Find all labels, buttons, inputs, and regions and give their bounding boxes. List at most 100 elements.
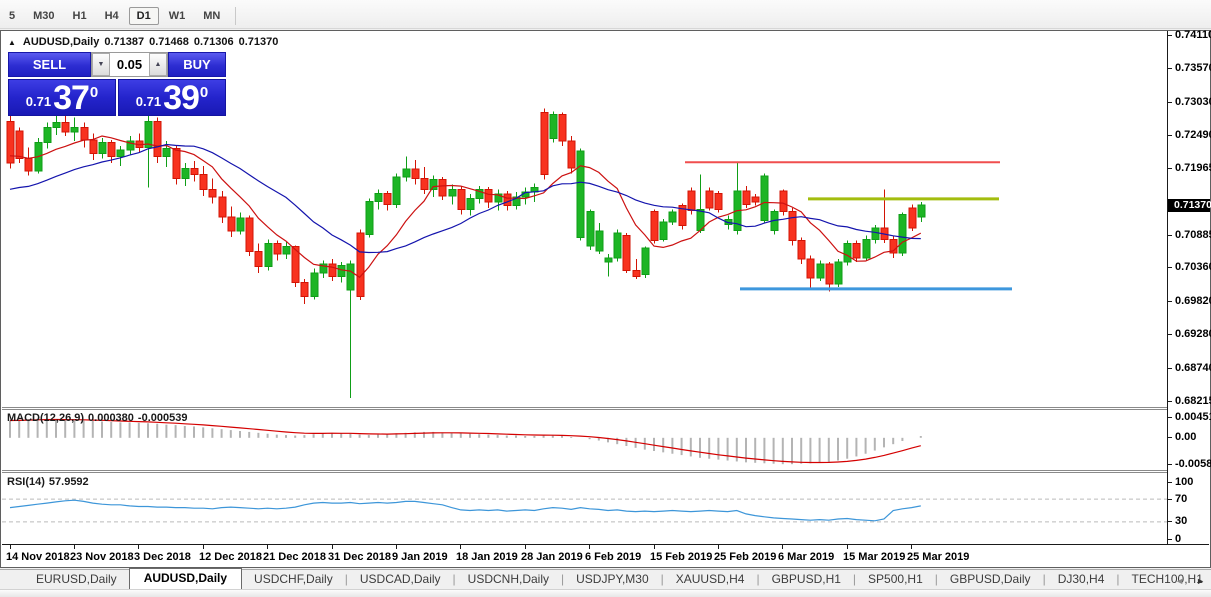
sell-button[interactable]: SELL — [8, 52, 91, 77]
tab-usdcad-daily[interactable]: USDCAD,Daily — [348, 570, 453, 589]
date-axis-label: 15 Feb 2019 — [650, 551, 713, 563]
trading-terminal: 5 M30 H1 H4 D1 W1 MN 0.74110 0.73570 0.73030 0.72… — [0, 0, 1211, 597]
volume-decrease-button[interactable]: ▼ — [92, 53, 110, 76]
rsi-chart — [2, 473, 1167, 544]
date-axis-label: 6 Feb 2019 — [585, 551, 642, 563]
tab-scroll-right-icon[interactable]: ► — [1196, 576, 1205, 586]
rsi-axis-label: 30 — [1175, 515, 1188, 527]
date-axis-label: 18 Jan 2019 — [456, 551, 518, 563]
ohlc-open: 0.71387 — [104, 36, 145, 48]
price-axis-label: 0.72490 — [1175, 129, 1211, 141]
axis-tick — [1168, 301, 1172, 302]
tab-xauusd-h4[interactable]: XAUUSD,H4 — [664, 570, 757, 589]
date-axis-label: 25 Mar 2019 — [907, 551, 970, 563]
date-tick — [654, 545, 655, 549]
axis-tick — [1168, 135, 1172, 136]
ohlc-high: 0.71468 — [149, 36, 189, 48]
price-axis-label: 0.71965 — [1175, 162, 1211, 174]
axis-tick — [1168, 499, 1172, 500]
date-tick — [847, 545, 848, 549]
axis-tick — [1168, 482, 1172, 483]
date-tick — [911, 545, 912, 549]
symbol-tab-bar: ◄ ► EURUSD,Daily AUDUSD,Daily USDCHF,Daily… — [0, 568, 1211, 589]
timeframe-button-m30[interactable]: M30 — [25, 7, 62, 25]
timeframe-button-h1[interactable]: H1 — [65, 7, 95, 25]
timeframe-button-d1[interactable]: D1 — [128, 7, 159, 25]
chart-window: 0.74110 0.73570 0.73030 0.72490 0.71965 0.708… — [0, 29, 1211, 568]
date-axis-label: 15 Mar 2019 — [843, 551, 906, 563]
volume-input[interactable]: 0.05 — [110, 53, 149, 76]
price-axis: 0.74110 0.73570 0.73030 0.72490 0.71965 0.708… — [1167, 29, 1211, 545]
price-axis-label: 0.73570 — [1175, 62, 1211, 74]
one-click-trading-panel: SELL ▼ 0.05 ▲ BUY 0.71 37 0 0.71 39 0 — [8, 52, 226, 116]
axis-tick — [1168, 539, 1172, 540]
status-bar — [0, 589, 1211, 597]
sell-price-pip: 0 — [89, 84, 99, 101]
tab-usdcnh-daily[interactable]: USDCNH,Daily — [456, 570, 561, 589]
price-axis-label: 0.68740 — [1175, 362, 1211, 374]
date-axis-label: 9 Jan 2019 — [392, 551, 448, 563]
toolbar-separator — [235, 7, 237, 25]
rsi-axis-label: 70 — [1175, 493, 1188, 505]
axis-tick — [1168, 401, 1172, 402]
buy-price-big: 39 — [163, 79, 200, 117]
volume-increase-button[interactable]: ▲ — [149, 53, 167, 76]
buy-button[interactable]: BUY — [168, 52, 226, 77]
price-axis-label: 0.70360 — [1175, 261, 1211, 273]
date-tick — [138, 545, 139, 549]
tab-gbpusd-daily[interactable]: GBPUSD,Daily — [938, 570, 1043, 589]
macd-axis-label: 0.004517 — [1175, 411, 1211, 423]
buy-price-prefix: 0.71 — [135, 94, 162, 109]
timeframe-button-mn[interactable]: MN — [195, 7, 228, 25]
tab-eurusd-daily[interactable]: EURUSD,Daily — [24, 570, 129, 589]
price-axis-label: 0.68215 — [1175, 395, 1211, 407]
tab-gbpusd-h1[interactable]: GBPUSD,H1 — [760, 570, 853, 589]
axis-tick — [1168, 235, 1172, 236]
date-tick — [10, 545, 11, 549]
timeframe-button-h4[interactable]: H4 — [97, 7, 127, 25]
chart-header: ▲ AUDUSD,Daily 0.71387 0.71468 0.71306 0… — [8, 36, 278, 48]
macd-axis-label: 0.00 — [1175, 431, 1197, 443]
axis-tick — [1168, 68, 1172, 69]
price-axis-label: 0.69280 — [1175, 328, 1211, 340]
date-tick — [460, 545, 461, 549]
chart-symbol-label: AUDUSD,Daily — [22, 36, 100, 48]
ohlc-low: 0.71306 — [193, 36, 234, 48]
macd-label: MACD(12,26,9) 0.000380 -0.000539 — [7, 412, 188, 424]
timeframe-button-w1[interactable]: W1 — [161, 7, 194, 25]
date-axis-label: 3 Dec 2018 — [134, 551, 191, 563]
date-tick — [203, 545, 204, 549]
date-axis-label: 23 Nov 2018 — [70, 551, 134, 563]
date-tick — [396, 545, 397, 549]
tab-audusd-daily[interactable]: AUDUSD,Daily — [128, 568, 243, 589]
date-axis-label: 12 Dec 2018 — [199, 551, 262, 563]
price-axis-label: 0.69820 — [1175, 295, 1211, 307]
tab-usdjpy-m30[interactable]: USDJPY,M30 — [564, 570, 660, 589]
axis-tick — [1168, 334, 1172, 335]
date-tick — [589, 545, 590, 549]
buy-price-pip: 0 — [199, 84, 209, 101]
current-price-tag: 0.71370 — [1168, 199, 1211, 212]
date-axis-label: 14 Nov 2018 — [6, 551, 70, 563]
ohlc-close: 0.71370 — [238, 36, 279, 48]
date-tick — [782, 545, 783, 549]
rsi-axis-label: 100 — [1175, 476, 1194, 488]
axis-tick — [1168, 368, 1172, 369]
sell-price-prefix: 0.71 — [25, 94, 52, 109]
price-axis-label: 0.73030 — [1175, 96, 1211, 108]
tab-dj30-h4[interactable]: DJ30,H4 — [1046, 570, 1117, 589]
buy-price-button[interactable]: 0.71 39 0 — [118, 79, 226, 116]
volume-spinner: ▼ 0.05 ▲ — [91, 52, 168, 77]
axis-tick — [1168, 417, 1172, 418]
tab-scroll-left-icon[interactable]: ◄ — [1175, 576, 1184, 586]
tab-sp500-h1[interactable]: SP500,H1 — [856, 570, 935, 589]
date-axis-label: 6 Mar 2019 — [778, 551, 835, 563]
tab-usdchf-daily[interactable]: USDCHF,Daily — [242, 570, 345, 589]
date-tick — [267, 545, 268, 549]
price-axis-label: 0.74110 — [1175, 29, 1211, 41]
axis-tick — [1168, 267, 1172, 268]
timeframe-button-5[interactable]: 5 — [1, 7, 23, 25]
axis-tick — [1168, 168, 1172, 169]
collapse-panel-icon[interactable]: ▲ — [8, 38, 16, 47]
sell-price-button[interactable]: 0.71 37 0 — [8, 79, 116, 116]
